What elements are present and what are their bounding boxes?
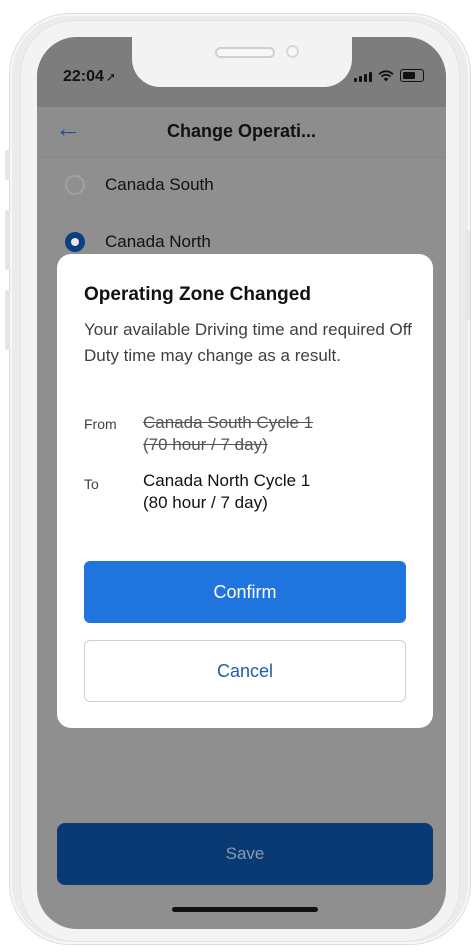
front-camera — [286, 45, 299, 58]
radio-unselected[interactable] — [65, 175, 85, 195]
option-canada-north[interactable]: Canada North — [65, 227, 211, 257]
side-button-power — [465, 230, 470, 320]
dialog-title: Operating Zone Changed — [84, 284, 311, 305]
status-time: 22:04 ➚ — [63, 68, 116, 86]
from-label: From — [84, 416, 117, 432]
status-icons — [354, 69, 424, 82]
confirm-button[interactable]: Confirm — [84, 561, 406, 623]
notch — [132, 37, 352, 87]
side-button-volume-down — [5, 290, 10, 350]
option-label: Canada North — [105, 232, 211, 251]
speaker-grille — [215, 47, 275, 58]
to-value-line1: Canada North Cycle 1 — [143, 471, 311, 490]
side-button-mute — [5, 150, 10, 180]
cancel-button[interactable]: Cancel — [84, 640, 406, 702]
page-title: Change Operati... — [166, 121, 317, 141]
to-label: To — [84, 476, 99, 492]
from-value-line1: Canada South Cycle 1 — [143, 413, 314, 432]
nav-bar: ← Change Operati... — [37, 107, 446, 158]
location-arrow-icon: ➚ — [105, 70, 116, 84]
to-value: Canada North Cycle 1 (80 hour / 7 day) — [143, 470, 403, 514]
save-button[interactable]: Save — [57, 823, 433, 885]
operating-zone-dialog: Operating Zone Changed Your available Dr… — [57, 254, 433, 728]
option-label: Canada South — [105, 175, 214, 194]
home-indicator — [172, 907, 318, 912]
dialog-message: Your available Driving time and required… — [84, 320, 412, 365]
side-button-volume-up — [5, 210, 10, 270]
to-value-line2: (80 hour / 7 day) — [143, 493, 268, 512]
signal-icon — [354, 72, 372, 82]
battery-icon — [400, 69, 424, 82]
from-value: Canada South Cycle 1 (70 hour / 7 day) — [143, 412, 403, 456]
status-time-text: 22:04 — [63, 68, 104, 85]
wifi-icon — [378, 70, 394, 82]
status-bar: 22:04 ➚ — [37, 37, 446, 107]
radio-selected[interactable] — [65, 232, 85, 252]
from-value-line2: (70 hour / 7 day) — [143, 435, 268, 454]
option-canada-south[interactable]: Canada South — [65, 170, 214, 200]
screen: 22:04 ➚ ← Change Operati... Canada South … — [37, 37, 446, 929]
